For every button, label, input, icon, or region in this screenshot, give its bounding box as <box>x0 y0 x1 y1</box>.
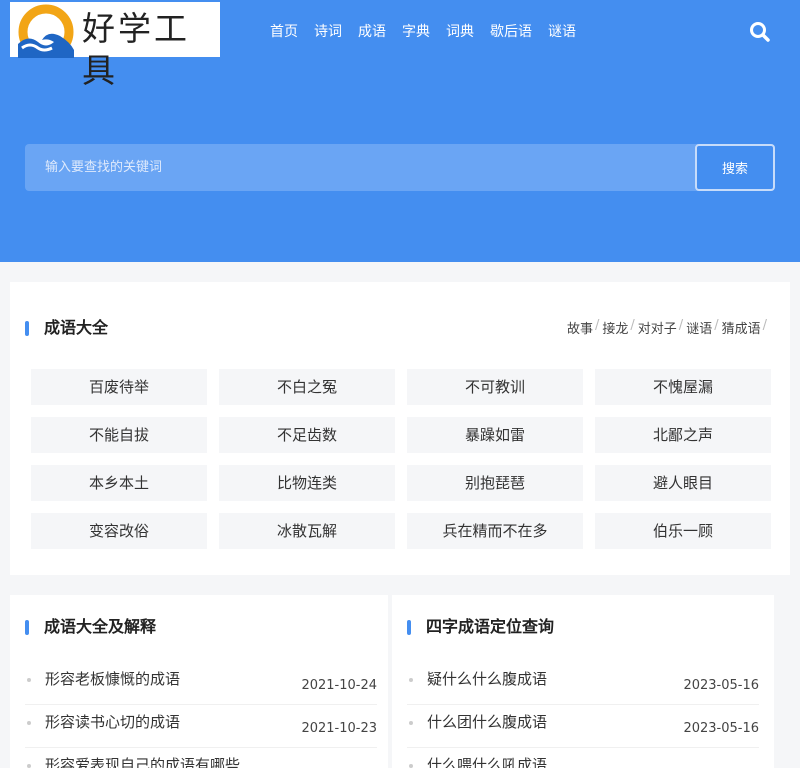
nav-item[interactable]: 诗词 <box>314 20 342 44</box>
sublink-item[interactable]: 故事 <box>567 318 593 337</box>
search-input[interactable] <box>25 144 695 191</box>
nav-item[interactable]: 词典 <box>446 20 474 44</box>
idiom-item[interactable]: 不愧屋漏 <box>595 369 771 405</box>
sublink-item[interactable]: 猜成语 <box>722 318 761 337</box>
article-row: 形容爱表现自己的成语有哪些 <box>25 748 377 768</box>
article-row: 形容读书心切的成语 2021-10-23 <box>25 705 377 748</box>
idiom-item[interactable]: 伯乐一顾 <box>595 513 771 549</box>
idiom-item[interactable]: 北鄙之声 <box>595 417 771 453</box>
article-date: 2023-05-16 <box>683 721 759 736</box>
article-row: 形容老板慷慨的成语 2021-10-24 <box>25 662 377 705</box>
article-row: 什么团什么腹成语 2023-05-16 <box>407 705 759 748</box>
search-bar: 搜索 <box>25 144 775 191</box>
explanations-list: 形容老板慷慨的成语 2021-10-24 形容读书心切的成语 2021-10-23 形容… <box>25 662 377 768</box>
idioms-panel: 成语大全 故事 / 接龙 / 对对子 / 谜语 / 猜成语 / 百废待举 不白之冤 不可教训 不愧屋漏不… <box>10 282 790 575</box>
nav-item[interactable]: 歇后语 <box>490 20 532 44</box>
idiom-item[interactable]: 别抱琵琶 <box>407 465 583 501</box>
article-title[interactable]: 什么团什么腹成语 <box>427 711 547 732</box>
article-date: 2021-10-23 <box>301 721 377 736</box>
nav-item[interactable]: 首页 <box>270 20 298 44</box>
article-row: 什么喂什么吼成语 <box>407 748 759 768</box>
idiom-item[interactable]: 本乡本土 <box>31 465 207 501</box>
explanations-panel: 成语大全及解释 形容老板慷慨的成语 2021-10-24 形容读书心切的成语 2021… <box>10 595 388 768</box>
logo-text: 好学工具 <box>82 9 190 90</box>
article-title[interactable]: 形容读书心切的成语 <box>45 711 180 732</box>
sublink-separator: / <box>594 318 600 333</box>
section-title-position: 四字成语定位查询 <box>407 617 554 637</box>
sublink-item[interactable]: 对对子 <box>638 318 677 337</box>
header-banner: 好学工具 首页诗词成语字典词典歇后语谜语 搜索 <box>0 0 800 262</box>
article-row: 疑什么什么腹成语 2023-05-16 <box>407 662 759 705</box>
idiom-item[interactable]: 比物连类 <box>219 465 395 501</box>
sublink-separator: / <box>630 318 635 333</box>
idiom-item[interactable]: 百废待举 <box>31 369 207 405</box>
idiom-item[interactable]: 避人眼目 <box>595 465 771 501</box>
article-date: 2021-10-24 <box>301 678 377 693</box>
section-title-idioms: 成语大全 <box>25 318 108 338</box>
logo-emblem-icon <box>18 4 74 58</box>
article-title[interactable]: 形容爱表现自己的成语有哪些 <box>45 754 240 768</box>
position-list: 疑什么什么腹成语 2023-05-16 什么团什么腹成语 2023-05-16 什么喂什… <box>407 662 759 768</box>
site-logo[interactable]: 好学工具 <box>10 2 220 90</box>
idiom-item[interactable]: 冰散瓦解 <box>219 513 395 549</box>
nav-item[interactable]: 字典 <box>402 20 430 44</box>
sublink-separator: / <box>678 318 684 333</box>
idiom-sublinks: 故事 / 接龙 / 对对子 / 谜语 / 猜成语 / <box>567 318 770 337</box>
idiom-grid: 百废待举 不白之冤 不可教训 不愧屋漏不能自拔 不足齿数 暴躁如雷 北鄙之声本乡本土 比物连类… <box>31 369 771 549</box>
article-title[interactable]: 形容老板慷慨的成语 <box>45 668 180 689</box>
idiom-item[interactable]: 不能自拔 <box>31 417 207 453</box>
bullet-dot-icon <box>27 721 31 725</box>
bullet-dot-icon <box>409 764 413 768</box>
idiom-item[interactable]: 变容改俗 <box>31 513 207 549</box>
main-nav: 首页 诗词 成语 字典 词典 歇后语 谜语 <box>262 20 584 44</box>
nav-item[interactable]: 成语 <box>358 20 386 44</box>
article-title[interactable]: 什么喂什么吼成语 <box>427 754 547 768</box>
sublink-item[interactable]: 接龙 <box>602 318 628 337</box>
nav-item[interactable]: 谜语 <box>548 20 576 44</box>
search-icon[interactable] <box>748 20 772 44</box>
sublink-item[interactable]: 谜语 <box>686 318 712 337</box>
article-title[interactable]: 疑什么什么腹成语 <box>427 668 547 689</box>
article-date: 2023-05-16 <box>683 678 759 693</box>
idiom-item[interactable]: 兵在精而不在多 <box>407 513 583 549</box>
sublink-separator: / <box>714 318 719 333</box>
sublink-separator: / <box>762 318 767 333</box>
bullet-dot-icon <box>409 678 413 682</box>
idiom-item[interactable]: 暴躁如雷 <box>407 417 583 453</box>
section-title-explanations: 成语大全及解释 <box>25 617 156 637</box>
bullet-dot-icon <box>27 678 31 682</box>
position-panel: 四字成语定位查询 疑什么什么腹成语 2023-05-16 什么团什么腹成语 2023-… <box>392 595 774 768</box>
bullet-dot-icon <box>27 764 31 768</box>
idiom-item[interactable]: 不足齿数 <box>219 417 395 453</box>
idiom-item[interactable]: 不可教训 <box>407 369 583 405</box>
idiom-item[interactable]: 不白之冤 <box>219 369 395 405</box>
search-button[interactable]: 搜索 <box>695 144 775 191</box>
bullet-dot-icon <box>409 721 413 725</box>
